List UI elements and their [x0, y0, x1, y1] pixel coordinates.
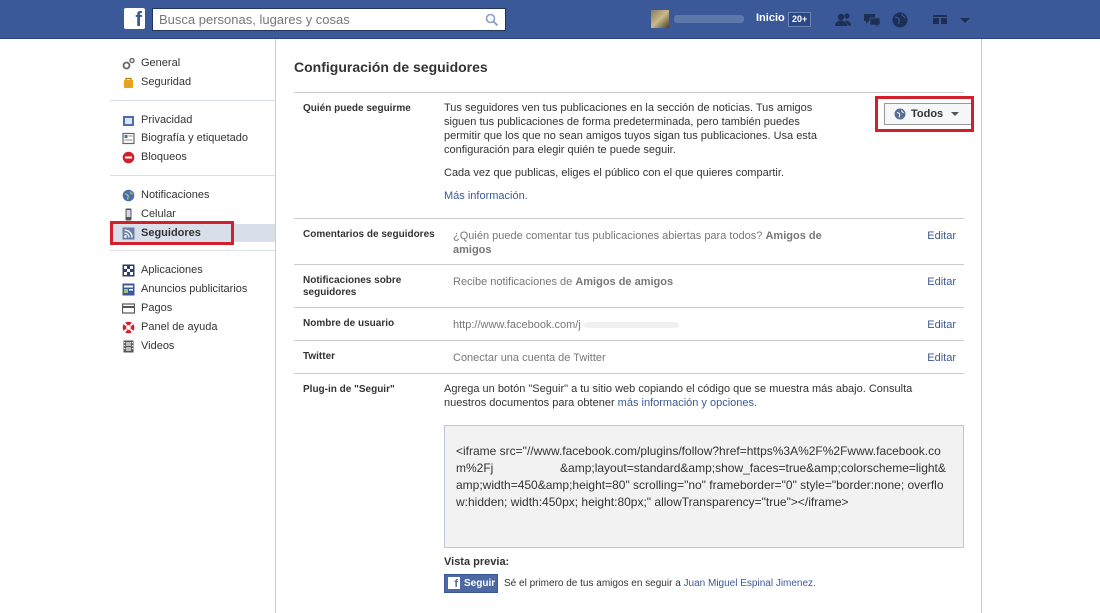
sidebar-item-label: Biografía y etiquetado [141, 132, 249, 145]
sidebar-item-label: Panel de ayuda [141, 320, 218, 333]
timeline-icon [122, 133, 135, 145]
privacy-shortcuts-icon[interactable] [930, 10, 950, 30]
username-redacted [583, 322, 679, 329]
preview-text: Sé el primero de tus amigos en seguir a … [504, 578, 816, 589]
setting-row-twitter: Twitter Conectar una cuenta de Twitter E… [294, 341, 964, 374]
notifications-globe-icon[interactable] [890, 10, 910, 30]
plugin-code-textarea[interactable]: <iframe src="//www.facebook.com/plugins/… [444, 425, 964, 548]
sidebar-item-label: Bloqueos [141, 151, 187, 164]
sidebar-item-security[interactable]: Seguridad [110, 73, 275, 92]
sidebar-item-privacy[interactable]: Privacidad [110, 111, 275, 130]
sidebar-item-videos[interactable]: Videos [110, 337, 275, 356]
payments-icon [122, 303, 135, 314]
plugin-more-info-link[interactable]: más información y opciones. [618, 397, 757, 409]
sidebar-item-label: Privacidad [141, 113, 193, 126]
apps-icon [122, 264, 135, 277]
profile-name-redacted[interactable] [674, 15, 744, 23]
home-count-badge: 20+ [788, 12, 812, 27]
facebook-logo-icon: f [448, 577, 460, 589]
nav-group-account: General Seguridad [110, 52, 275, 101]
film-icon [123, 340, 134, 353]
shield-icon [124, 77, 133, 88]
sidebar-item-ads[interactable]: Anuncios publicitarios [110, 280, 275, 299]
nav-group-privacy: Privacidad Biografía y etiquetado Bloque… [110, 109, 275, 176]
mobile-icon [125, 208, 132, 221]
home-link[interactable]: Inicio [756, 12, 785, 24]
setting-row-follower-comments: Comentarios de seguidores ¿Quién puede c… [294, 219, 964, 265]
sidebar-item-label: Notificaciones [141, 188, 210, 201]
sidebar-item-blocking[interactable]: Bloqueos [110, 148, 275, 167]
follow-button-label: Seguir [464, 578, 496, 589]
block-icon [122, 151, 135, 164]
setting-label: Plug-in de "Seguir" [303, 384, 395, 395]
sidebar-item-notifications[interactable]: Notificaciones [110, 186, 275, 205]
preview-label: Vista previa: [444, 556, 510, 568]
search-input[interactable] [153, 9, 478, 30]
setting-description: Tus seguidores ven tus publicaciones en … [444, 102, 817, 156]
username-value: http://www.facebook.com/j [453, 318, 679, 332]
setting-row-who-can-follow: Quién puede seguirme Tus seguidores ven … [294, 93, 973, 219]
sidebar-item-label: Pagos [141, 301, 173, 314]
sidebar-item-help[interactable]: Panel de ayuda [110, 318, 275, 337]
facebook-logo-icon[interactable]: f [124, 8, 145, 29]
top-bar: f Inicio 20+ [0, 0, 1100, 39]
plugin-description: Agrega un botón "Seguir" a tu sitio web … [444, 382, 949, 410]
setting-label: Twitter [303, 351, 336, 362]
setting-label: Nombre de usuario [303, 318, 395, 329]
preview-profile-link[interactable]: Juan Miguel Espinal Jimenez. [684, 578, 816, 589]
audience-highlight-annotation-box [875, 96, 974, 132]
sidebar-item-payments[interactable]: Pagos [110, 299, 275, 318]
twitter-connect-text: Conectar una cuenta de Twitter [453, 352, 606, 364]
rss-icon [122, 227, 135, 240]
setting-row-follow-plugin: Plug-in de "Seguir" Agrega un botón "Seg… [294, 374, 964, 613]
search-box[interactable] [152, 8, 506, 31]
profile-avatar[interactable] [651, 10, 669, 28]
follow-button-preview[interactable]: f Seguir [444, 574, 498, 593]
nav-group-apps: Aplicaciones Anuncios publicitarios Pago… [110, 259, 275, 355]
setting-row-username: Nombre de usuario http://www.facebook.co… [294, 308, 964, 341]
edit-comments-link[interactable]: Editar [927, 230, 956, 242]
preview-text-lead: Sé el primero de tus amigos en seguir a [504, 578, 681, 589]
setting-label: Comentarios de seguidores [303, 229, 435, 240]
account-menu-chevron-down-icon[interactable] [955, 10, 975, 30]
gear-icon [122, 57, 135, 70]
edit-username-link[interactable]: Editar [927, 319, 956, 331]
edit-notifications-link[interactable]: Editar [927, 276, 956, 288]
more-info-link[interactable]: Más información. [444, 189, 528, 203]
lifebuoy-icon [122, 321, 135, 334]
sidebar-item-general[interactable]: General [110, 54, 275, 73]
settings-content: Configuración de seguidores Quién puede … [275, 39, 982, 613]
sidebar-item-apps[interactable]: Aplicaciones [110, 261, 275, 280]
sidebar-item-label: Videos [141, 339, 175, 352]
sidebar-item-label: Aplicaciones [141, 264, 203, 277]
sidebar-item-label: Celular [141, 207, 176, 220]
settings-sidebar: General Seguridad Privacidad Biografía y… [110, 52, 275, 355]
sidebar-item-label: General [141, 57, 181, 69]
lock-icon [123, 115, 134, 126]
setting-label: Notificaciones sobre seguidores [303, 275, 402, 298]
nav-group-notifications: Notificaciones Celular Seguidores [110, 184, 275, 252]
sidebar-item-followers[interactable]: Seguidores [110, 220, 275, 245]
search-icon[interactable] [485, 13, 499, 27]
setting-summary-text: Recibe notificaciones de [453, 276, 573, 288]
setting-note: Cada vez que publicas, eliges el público… [444, 167, 784, 179]
setting-label: Quién puede seguirme [303, 103, 411, 114]
setting-summary: ¿Quién puede comentar tus publicaciones … [453, 229, 833, 257]
globe-icon [122, 189, 135, 202]
setting-summary-value: Amigos de amigos [575, 276, 674, 288]
messages-icon[interactable] [862, 10, 882, 30]
setting-summary-text: ¿Quién puede comentar tus publicaciones … [453, 230, 763, 242]
page-title: Configuración de seguidores [294, 59, 488, 75]
sidebar-item-timeline-tagging[interactable]: Biografía y etiquetado [110, 129, 275, 148]
setting-row-follower-notifications: Notificaciones sobre seguidores Recibe n… [294, 265, 964, 308]
edit-twitter-link[interactable]: Editar [927, 352, 956, 364]
sidebar-item-label: Anuncios publicitarios [141, 283, 248, 296]
ads-icon [122, 283, 135, 296]
friend-requests-icon[interactable] [833, 10, 853, 30]
sidebar-item-label: Seguridad [141, 75, 192, 88]
setting-summary: Recibe notificaciones de Amigos de amigo… [453, 275, 853, 289]
username-url: http://www.facebook.com/j [453, 319, 581, 331]
